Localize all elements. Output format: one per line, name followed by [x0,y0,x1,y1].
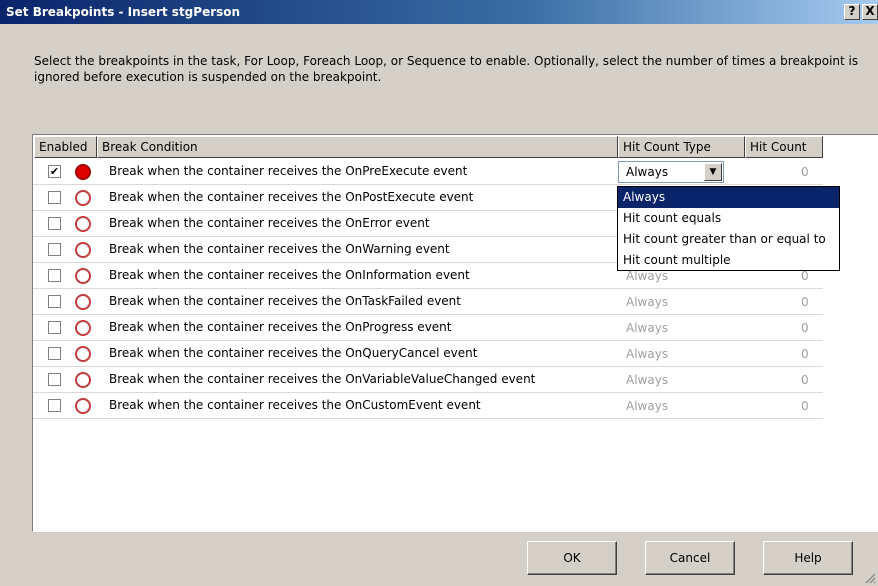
break-condition-text: Break when the container receives the On… [109,398,481,412]
chevron-down-icon[interactable]: ▼ [704,163,722,181]
enabled-checkbox[interactable] [48,217,61,230]
hit-count-type-cell[interactable]: Always [626,269,668,283]
table-row[interactable]: Break when the container receives the On… [33,289,823,315]
resize-grip-icon[interactable] [864,572,876,584]
breakpoint-icon [75,398,91,414]
break-condition-text: Break when the container receives the On… [109,320,452,334]
enabled-checkbox[interactable] [48,269,61,282]
break-condition-text: Break when the container receives the On… [109,164,468,178]
enabled-checkbox[interactable] [48,191,61,204]
column-header-hit-count[interactable]: Hit Count [745,136,823,158]
enabled-checkbox[interactable]: ✔ [48,165,61,178]
breakpoint-icon [75,294,91,310]
enabled-checkbox[interactable] [48,295,61,308]
table-row[interactable]: ✔ Break when the container receives the O… [33,159,823,185]
hit-count-type-cell[interactable]: Always [626,347,668,361]
break-condition-text: Break when the container receives the On… [109,372,536,386]
hit-count-cell[interactable]: 0 [801,269,809,283]
break-condition-text: Break when the container receives the On… [109,216,430,230]
hit-count-type-combo[interactable]: Always ▼ [618,161,724,183]
breakpoint-icon [75,190,91,206]
break-condition-text: Break when the container receives the On… [109,190,474,204]
window-title: Set Breakpoints - Insert stgPerson [6,5,241,19]
hit-count-type-dropdown-list[interactable]: Always Hit count equals Hit count greate… [617,186,840,271]
column-header-break-condition[interactable]: Break Condition [97,136,618,158]
enabled-checkbox[interactable] [48,373,61,386]
break-condition-text: Break when the container receives the On… [109,268,470,282]
hit-count-type-cell[interactable]: Always [626,373,668,387]
break-condition-text: Break when the container receives the On… [109,294,461,308]
breakpoint-icon [75,346,91,362]
hit-count-cell[interactable]: 0 [801,373,809,387]
row-separator [33,418,823,419]
hit-count-type-cell[interactable]: Always [626,399,668,413]
enabled-checkbox[interactable] [48,347,61,360]
breakpoint-icon [75,164,91,180]
cancel-button[interactable]: Cancel [645,541,735,575]
breakpoint-icon [75,320,91,336]
title-bar: Set Breakpoints - Insert stgPerson ? X [0,0,878,24]
column-header-hit-count-type[interactable]: Hit Count Type [618,136,745,158]
hit-count-type-value: Always [626,165,669,179]
hit-count-cell[interactable]: 0 [801,321,809,335]
break-condition-text: Break when the container receives the On… [109,346,478,360]
hit-count-cell[interactable]: 0 [801,165,809,179]
hit-count-cell[interactable]: 0 [801,347,809,361]
hit-count-type-cell[interactable]: Always [626,295,668,309]
close-title-button[interactable]: X [862,4,878,20]
breakpoint-icon [75,372,91,388]
dropdown-option-hit-count-multiple[interactable]: Hit count multiple [618,250,839,271]
help-title-button[interactable]: ? [844,4,860,20]
ok-button[interactable]: OK [527,541,617,575]
dropdown-option-hit-count-equals[interactable]: Hit count equals [618,208,839,229]
breakpoint-icon [75,216,91,232]
enabled-checkbox[interactable] [48,399,61,412]
table-row[interactable]: Break when the container receives the On… [33,341,823,367]
instructions-text: Select the breakpoints in the task, For … [34,54,859,84]
hit-count-cell[interactable]: 0 [801,295,809,309]
dropdown-option-always[interactable]: Always [618,187,839,208]
table-row[interactable]: Break when the container receives the On… [33,367,823,393]
break-condition-text: Break when the container receives the On… [109,242,450,256]
enabled-checkbox[interactable] [48,243,61,256]
table-row[interactable]: Break when the container receives the On… [33,393,823,419]
hit-count-cell[interactable]: 0 [801,399,809,413]
dropdown-option-hit-count-greater-or-equal[interactable]: Hit count greater than or equal to [618,229,839,250]
enabled-checkbox[interactable] [48,321,61,334]
hit-count-type-cell[interactable]: Always [626,321,668,335]
table-row[interactable]: Break when the container receives the On… [33,315,823,341]
breakpoint-icon [75,242,91,258]
help-button[interactable]: Help [763,541,853,575]
column-header-enabled[interactable]: Enabled [34,136,97,158]
breakpoint-icon [75,268,91,284]
